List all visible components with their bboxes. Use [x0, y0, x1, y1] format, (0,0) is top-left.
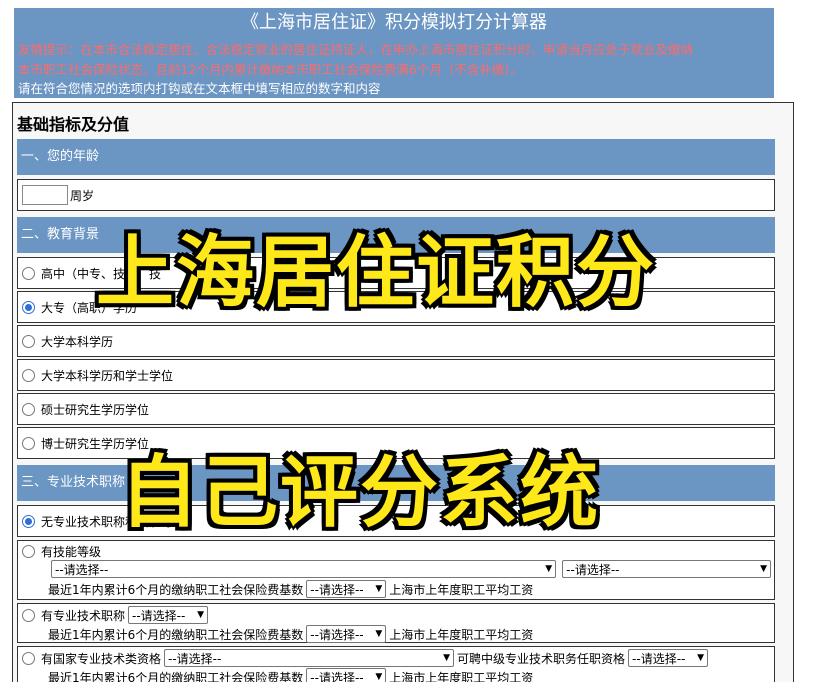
chevron-down-icon: ▼ [375, 629, 383, 639]
education-option-1[interactable]: 大专（高职）学历 [17, 291, 775, 323]
radio-button-checked[interactable] [22, 514, 35, 528]
professional-option-national[interactable]: 有国家专业技术类资格 --请选择-- ▼ 可聘中级专业技术职务任职资格 --请选择… [17, 646, 775, 682]
insurance-suffix-label: 上海市上年度职工平均工资 [389, 582, 534, 597]
notice-line-2: 本市职工社会保险状态，且前12个月内累计缴纳本市职工社会保险费满6个月（不含补缴… [18, 62, 524, 77]
page-title: 《上海市居住证》积分模拟打分计算器 [241, 12, 547, 33]
page-header: 《上海市居住证》积分模拟打分计算器 友情提示：在本市合法稳定居住、合法稳定就业的… [14, 8, 774, 98]
option-label: 硕士研究生学历学位 [41, 402, 150, 417]
insurance-base-select[interactable]: --请选择-- ▼ [306, 580, 387, 598]
insurance-suffix-label: 上海市上年度职工平均工资 [389, 627, 534, 642]
option-label: 有国家专业技术类资格 [41, 651, 162, 666]
chevron-down-icon: ▼ [375, 672, 383, 682]
option-label: 无专业技术职称和技能等级 [41, 514, 186, 529]
skill-level-select[interactable]: --请选择-- ▼ [51, 560, 557, 578]
insurance-suffix-label: 上海市上年度职工平均工资 [389, 670, 534, 682]
option-label: 大专（高职）学历 [41, 300, 138, 315]
section-professional-header: 三、专业技术职称 [17, 465, 775, 501]
option-label: 博士研究生学历学位 [41, 436, 150, 451]
radio-button[interactable] [22, 266, 35, 280]
age-unit-label: 周岁 [70, 188, 95, 203]
education-option-4[interactable]: 硕士研究生学历学位 [17, 393, 775, 425]
insurance-base-select[interactable]: --请选择-- ▼ [306, 625, 387, 643]
option-label: 有技能等级 [41, 544, 102, 559]
radio-button[interactable] [22, 608, 35, 622]
insurance-base-select[interactable]: --请选择-- ▼ [306, 668, 387, 682]
hireable-label: 可聘中级专业技术职务任职资格 [457, 651, 626, 666]
chevron-down-icon: ▼ [443, 653, 451, 663]
notice-text: 友情提示：在本市合法稳定居住、合法稳定就业的居住证持证人，在申办上海市居住证积分… [14, 38, 774, 80]
radio-button[interactable] [22, 402, 35, 416]
national-qualification-select[interactable]: --请选择-- ▼ [164, 649, 455, 667]
radio-button[interactable] [22, 436, 35, 450]
professional-option-skill[interactable]: 有技能等级 --请选择-- ▼ --请选择-- ▼ 最近1年内累计6个月的缴纳职工社… [17, 540, 775, 600]
education-option-2[interactable]: 大学本科学历 [17, 325, 775, 357]
calculator-panel: 基础指标及分值 一、您的年龄 周岁 二、教育背景 高中（中专、技校、技 大专（高… [12, 102, 794, 682]
age-input[interactable] [22, 185, 68, 205]
radio-button-checked[interactable] [22, 300, 35, 314]
insurance-prefix-label: 最近1年内累计6个月的缴纳职工社会保险费基数 [48, 582, 304, 597]
radio-button[interactable] [22, 334, 35, 348]
chevron-down-icon: ▼ [760, 564, 767, 574]
chevron-down-icon: ▼ [697, 653, 705, 663]
tech-title-select[interactable]: --请选择-- ▼ [128, 606, 209, 624]
notice-line-1: 友情提示：在本市合法稳定居住、合法稳定就业的居住证持证人，在申办上海市居住证积分… [18, 42, 694, 57]
hireable-select[interactable]: --请选择-- ▼ [628, 649, 709, 667]
chevron-down-icon: ▼ [375, 584, 383, 594]
option-label: 高中（中专、技校、技 [41, 266, 162, 281]
chevron-down-icon: ▼ [545, 564, 553, 574]
section-age-header: 一、您的年龄 [17, 139, 775, 175]
section-education-header: 二、教育背景 [17, 217, 775, 253]
education-option-5[interactable]: 博士研究生学历学位 [17, 427, 775, 459]
radio-button[interactable] [22, 544, 35, 558]
insurance-prefix-label: 最近1年内累计6个月的缴纳职工社会保险费基数 [48, 670, 304, 682]
professional-option-tech[interactable]: 有专业技术职称 --请选择-- ▼ 最近1年内累计6个月的缴纳职工社会保险费基数 … [17, 603, 775, 643]
panel-title: 基础指标及分值 [17, 115, 130, 134]
option-label: 有专业技术职称 [41, 608, 126, 623]
education-option-3[interactable]: 大学本科学历和学士学位 [17, 359, 775, 391]
insurance-prefix-label: 最近1年内累计6个月的缴纳职工社会保险费基数 [48, 627, 304, 642]
radio-button[interactable] [22, 651, 35, 665]
radio-button[interactable] [22, 368, 35, 382]
hint-text: 请在符合您情况的选项内打钩或在文本框中填写相应的数字和内容 [18, 81, 381, 96]
chevron-down-icon: ▼ [197, 610, 205, 620]
option-label: 大学本科学历和学士学位 [41, 368, 174, 383]
skill-type-select[interactable]: --请选择-- ▼ [562, 560, 771, 578]
age-row: 周岁 [17, 179, 775, 211]
professional-option-none[interactable]: 无专业技术职称和技能等级 [17, 505, 775, 537]
option-label: 大学本科学历 [41, 334, 114, 349]
education-option-0[interactable]: 高中（中专、技校、技 [17, 257, 775, 289]
